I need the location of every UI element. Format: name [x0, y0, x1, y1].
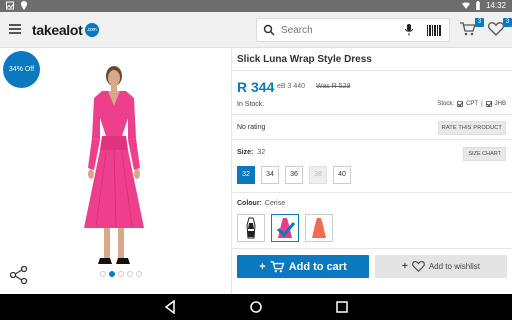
- location-pin-icon: [21, 1, 27, 10]
- wishlist-count-badge: 3: [503, 18, 512, 27]
- stock-separator: |: [481, 101, 483, 107]
- search-icon: [257, 18, 281, 42]
- availability-text: In Stock.: [237, 101, 265, 108]
- cart-count-badge: 3: [475, 18, 484, 27]
- status-bar: 14:32: [0, 0, 512, 12]
- was-price: Was R 529: [316, 83, 351, 90]
- gallery-dot[interactable]: [100, 271, 106, 277]
- cart-icon[interactable]: 3: [460, 18, 484, 40]
- stock-jhb: JHB: [494, 101, 506, 107]
- navigation-bar: [0, 294, 512, 320]
- gallery-dot[interactable]: [127, 271, 133, 277]
- wifi-icon: [461, 2, 470, 9]
- divider: [232, 114, 512, 115]
- heart-icon: [412, 261, 425, 272]
- size-label: Size:: [237, 149, 254, 156]
- status-time: 14:32: [485, 1, 506, 10]
- recent-apps-icon[interactable]: [335, 300, 349, 314]
- divider: [232, 248, 512, 249]
- stock-cpt: CPT: [466, 101, 479, 107]
- colour-swatch-cerise[interactable]: [271, 214, 299, 242]
- size-option-32[interactable]: 32: [237, 166, 255, 184]
- plus-icon: +: [402, 261, 408, 272]
- size-options: 32 34 36 38 40: [237, 166, 351, 184]
- size-chart-button[interactable]: SIZE CHART: [463, 147, 506, 161]
- product-details: Slick Luna Wrap Style Dress R 344 eB 3 4…: [231, 48, 512, 294]
- plus-icon: +: [259, 260, 266, 273]
- gallery-pagination[interactable]: [100, 271, 142, 277]
- size-option-38: 38: [309, 166, 327, 184]
- menu-icon[interactable]: [9, 24, 21, 34]
- product-title: Slick Luna Wrap Style Dress: [237, 54, 372, 65]
- checkbox-checked-icon: [485, 101, 492, 107]
- wishlist-icon[interactable]: 3: [487, 18, 512, 40]
- takealot-logo[interactable]: takealot .com: [32, 22, 99, 38]
- gallery-dot[interactable]: [136, 271, 142, 277]
- back-icon[interactable]: [163, 300, 177, 314]
- checkmark-icon: [276, 222, 296, 237]
- divider: [232, 192, 512, 193]
- product-image[interactable]: [30, 58, 200, 273]
- product-gallery[interactable]: 34% Off: [0, 48, 231, 294]
- colour-swatch-coral[interactable]: [305, 214, 333, 242]
- add-to-wishlist-button[interactable]: + Add to wishlist: [375, 255, 507, 278]
- rate-product-button[interactable]: RATE THIS PRODUCT: [437, 121, 506, 135]
- search-bar[interactable]: [256, 18, 450, 42]
- size-option-36[interactable]: 36: [285, 166, 303, 184]
- search-input[interactable]: [281, 24, 381, 36]
- stock-locations: Stock: CPT | JHB: [437, 101, 506, 107]
- stock-label: Stock:: [437, 101, 455, 107]
- size-section-label: Size: 32: [237, 149, 265, 156]
- divider: [232, 139, 512, 140]
- ebucks-price: eB 3 440: [277, 83, 306, 90]
- add-to-cart-button[interactable]: + Add to cart: [237, 255, 369, 278]
- colour-swatch-black-white[interactable]: [237, 214, 265, 242]
- home-icon[interactable]: [249, 300, 263, 314]
- image-notification-icon: [6, 1, 14, 10]
- microphone-icon[interactable]: [405, 24, 413, 36]
- size-selected-value: 32: [257, 149, 266, 156]
- app-bar: takealot .com 3 3: [0, 12, 512, 48]
- gallery-dot[interactable]: [118, 271, 124, 277]
- share-icon[interactable]: [9, 265, 28, 285]
- product-price: R 344: [237, 79, 275, 95]
- logo-text: takealot: [32, 22, 83, 38]
- add-to-wishlist-label: Add to wishlist: [428, 262, 480, 271]
- cart-icon: [270, 260, 285, 272]
- rating-text: No rating: [237, 124, 266, 131]
- colour-label: Colour:: [237, 200, 262, 207]
- barcode-scan-icon[interactable]: [427, 25, 441, 36]
- colour-selected-value: Cerise: [264, 200, 286, 207]
- gallery-dot[interactable]: [109, 271, 115, 277]
- add-to-cart-label: Add to cart: [288, 260, 347, 273]
- logo-badge: .com: [84, 23, 99, 37]
- battery-icon: [476, 1, 480, 10]
- colour-section-label: Colour: Cerise: [237, 200, 285, 207]
- checkbox-checked-icon: [457, 101, 464, 107]
- colour-swatches: [237, 214, 333, 242]
- divider: [232, 70, 512, 71]
- size-option-34[interactable]: 34: [261, 166, 279, 184]
- size-option-40[interactable]: 40: [333, 166, 351, 184]
